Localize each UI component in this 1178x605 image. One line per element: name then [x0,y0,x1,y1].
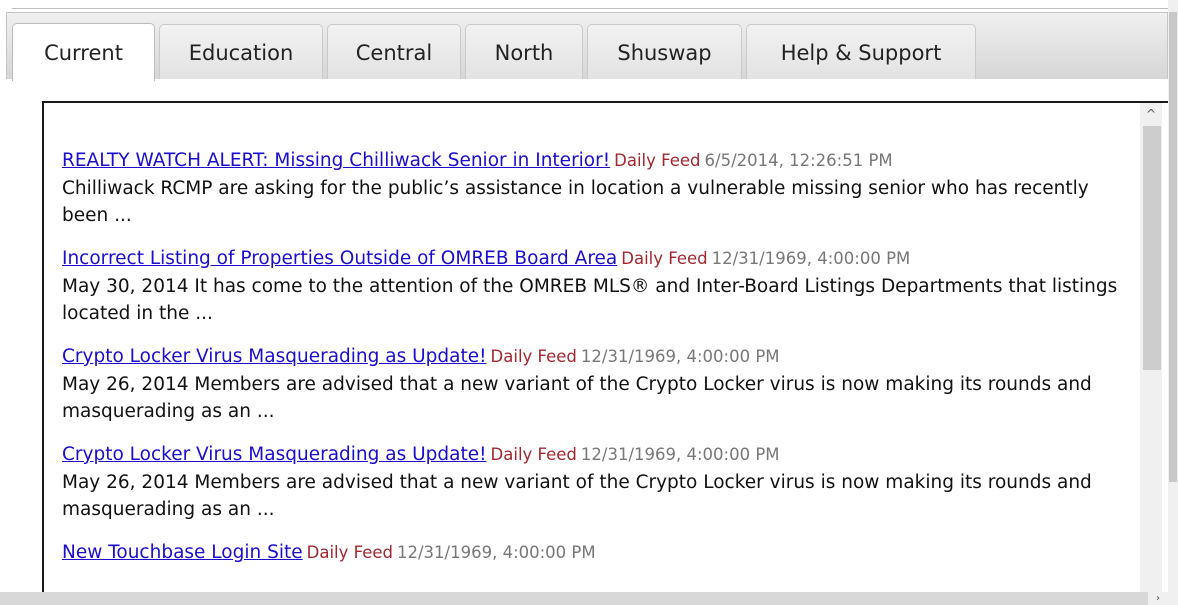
feed-item: Crypto Locker Virus Masquerading as Upda… [62,441,1122,523]
feed-item-source: Daily Feed [614,151,701,170]
feed-item: New Touchbase Login Site Daily Feed 12/31/… [62,539,1122,567]
feed-item: Incorrect Listing of Properties Outside … [62,245,1122,327]
feed-item-snippet: May 30, 2014 It has come to the attentio… [62,276,1118,324]
feed-item-source: Daily Feed [306,543,393,562]
feed-item-title-link[interactable]: New Touchbase Login Site [62,542,303,563]
feed-item-snippet: May 26, 2014 Members are advised that a … [62,374,1092,422]
feed-item: REALTY WATCH ALERT: Missing Chilliwack S… [62,147,1122,229]
feed-item-date: 12/31/1969, 4:00:00 PM [580,347,780,366]
news-feed-box: REALTY WATCH ALERT: Missing Chilliwack S… [42,101,1172,601]
feed-item-date: 12/31/1969, 4:00:00 PM [396,543,596,562]
top-divider [12,8,1168,9]
tab-north[interactable]: North [465,24,583,80]
page-horizontal-scrollbar[interactable] [0,592,1168,605]
feed-item-title-link[interactable]: Crypto Locker Virus Masquerading as Upda… [62,346,487,367]
feed-list: REALTY WATCH ALERT: Missing Chilliwack S… [62,147,1122,583]
feed-item-source: Daily Feed [490,347,577,366]
tab-central[interactable]: Central [327,24,461,80]
page-scrollbar-thumb[interactable] [1169,12,1177,482]
feed-item-snippet: Chilliwack RCMP are asking for the publi… [62,178,1089,226]
feed-item-date: 12/31/1969, 4:00:00 PM [711,249,911,268]
feed-item-date: 6/5/2014, 12:26:51 PM [704,151,893,170]
feed-item-title-link[interactable]: Incorrect Listing of Properties Outside … [62,248,617,269]
feed-item-source: Daily Feed [621,249,708,268]
feed-item-title-link[interactable]: Crypto Locker Virus Masquerading as Upda… [62,444,487,465]
scroll-up-arrow-icon[interactable]: ^ [1140,103,1162,125]
tab-education[interactable]: Education [159,24,323,80]
feed-item: Crypto Locker Virus Masquerading as Upda… [62,343,1122,425]
tab-shuswap[interactable]: Shuswap [587,24,742,80]
feed-item-title-link[interactable]: REALTY WATCH ALERT: Missing Chilliwack S… [62,150,610,171]
tab-help-support[interactable]: Help & Support [746,24,976,80]
feed-item-source: Daily Feed [490,445,577,464]
feed-scrollbar-thumb[interactable] [1143,126,1161,370]
feed-item-date: 12/31/1969, 4:00:00 PM [580,445,780,464]
tab-bar: Current Education Central North Shuswap … [6,12,1168,81]
tab-current[interactable]: Current [12,23,155,81]
feed-item-snippet: May 26, 2014 Members are advised that a … [62,472,1092,520]
scroll-right-arrow-icon[interactable]: › [1148,592,1168,605]
